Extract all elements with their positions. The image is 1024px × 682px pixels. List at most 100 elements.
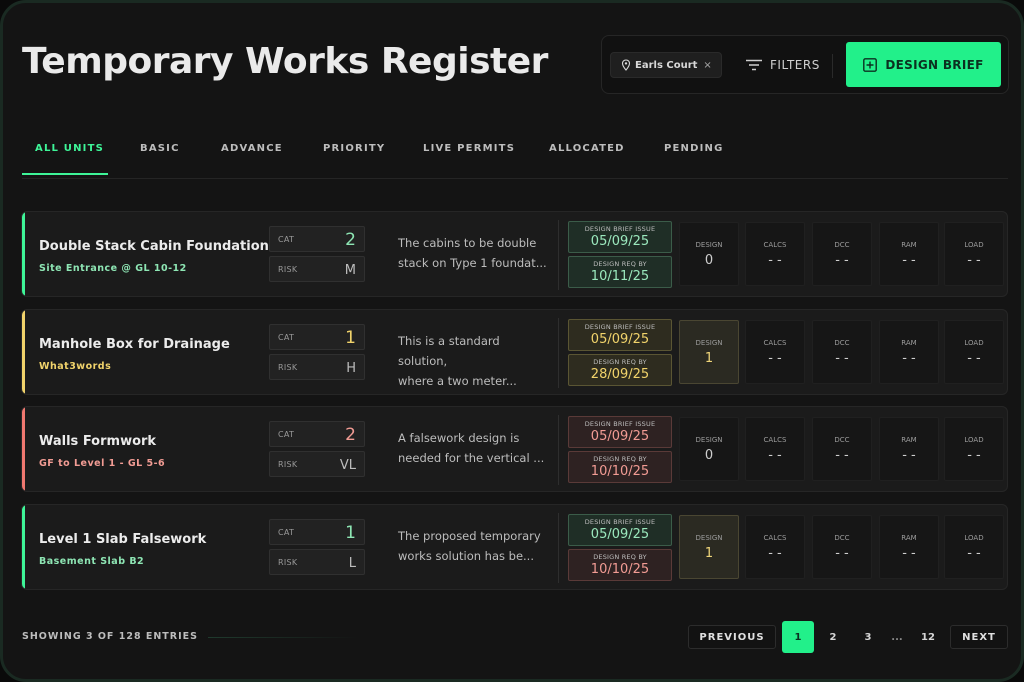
stat-label: DESIGN (695, 241, 723, 249)
description-line: needed for the vertical ... (398, 451, 545, 465)
design-stat[interactable]: DESIGN 0 (679, 417, 739, 481)
tab-all-units[interactable]: ALL UNITS (35, 143, 104, 154)
register-row[interactable]: Double Stack Cabin Foundation Site Entra… (21, 211, 1008, 297)
filters-button[interactable]: FILTERS (746, 53, 820, 77)
tab-live-permits[interactable]: LIVE PERMITS (423, 143, 515, 154)
risk-value: H (346, 361, 356, 376)
page-3-button[interactable]: 3 (853, 625, 883, 649)
active-tab-indicator (22, 173, 108, 175)
stat-value: - - (967, 253, 981, 268)
date-label: DESIGN BRIEF ISSUE (584, 420, 656, 428)
stat-label: DESIGN (695, 534, 723, 542)
page-12-button[interactable]: 12 (913, 625, 943, 649)
risk-value: M (344, 263, 356, 278)
tab-priority[interactable]: PRIORITY (323, 143, 385, 154)
stat-label: RAM (901, 436, 917, 444)
stat-label: LOAD (964, 241, 984, 249)
toolbar: Earls Court × FILTERS DESIGN BRIEF (601, 35, 1009, 94)
date-label: DESIGN BRIEF ISSUE (584, 518, 656, 526)
design-brief-button[interactable]: DESIGN BRIEF (846, 42, 1001, 87)
stat-value: - - (835, 351, 849, 366)
close-icon[interactable]: × (703, 60, 711, 71)
tab-basic[interactable]: BASIC (140, 143, 180, 154)
stat-label: DCC (834, 436, 850, 444)
stat-label: DESIGN (695, 436, 723, 444)
calcs-stat[interactable]: CALCS - - (745, 515, 805, 579)
register-row[interactable]: Level 1 Slab Falsework Basement Slab B2 … (21, 504, 1008, 590)
ram-stat[interactable]: RAM - - (879, 515, 939, 579)
description-line: works solution has be... (398, 549, 534, 563)
dcc-stat[interactable]: DCC - - (812, 515, 872, 579)
risk-field: RISK M (269, 256, 365, 282)
row-title: Walls Formwork (39, 434, 157, 449)
description-line: A falsework design is (398, 431, 520, 445)
stat-label: DCC (834, 534, 850, 542)
status-accent-bar (22, 212, 25, 296)
tab-pending[interactable]: PENDING (664, 143, 724, 154)
status-accent-bar (22, 505, 25, 589)
stat-value: 1 (704, 546, 714, 561)
calcs-stat[interactable]: CALCS - - (745, 320, 805, 384)
stat-value: 0 (704, 253, 714, 268)
location-filter-chip[interactable]: Earls Court × (610, 52, 722, 78)
stat-value: 1 (704, 351, 714, 366)
filters-label: FILTERS (770, 58, 820, 72)
row-divider (558, 513, 559, 583)
ram-stat[interactable]: RAM - - (879, 222, 939, 286)
date-label: DESIGN REQ BY (593, 358, 647, 366)
stat-label: DCC (834, 339, 850, 347)
date-label: DESIGN REQ BY (593, 260, 647, 268)
ram-stat[interactable]: RAM - - (879, 320, 939, 384)
cat-label: CAT (278, 235, 295, 244)
status-accent-bar (22, 310, 25, 394)
row-description: This is a standard solution, where a two… (398, 331, 552, 391)
cat-label: CAT (278, 528, 295, 537)
page-1-button[interactable]: 1 (782, 621, 814, 653)
design-stat[interactable]: DESIGN 1 (679, 515, 739, 579)
design-stat[interactable]: DESIGN 1 (679, 320, 739, 384)
stat-value: - - (835, 546, 849, 561)
stat-value: - - (902, 253, 916, 268)
description-line: stack on Type 1 foundat... (398, 256, 547, 270)
dcc-stat[interactable]: DCC - - (812, 417, 872, 481)
calcs-stat[interactable]: CALCS - - (745, 417, 805, 481)
tab-bar: ALL UNITS BASIC ADVANCE PRIORITY LIVE PE… (22, 131, 1008, 179)
row-description: The cabins to be double stack on Type 1 … (398, 233, 552, 273)
register-row[interactable]: Walls Formwork GF to Level 1 - GL 5-6 CA… (21, 406, 1008, 492)
design-brief-issue-box: DESIGN BRIEF ISSUE 05/09/25 (568, 416, 672, 448)
stat-value: - - (902, 351, 916, 366)
load-stat[interactable]: LOAD - - (944, 417, 1004, 481)
date-value: 10/11/25 (590, 269, 650, 284)
load-stat[interactable]: LOAD - - (944, 320, 1004, 384)
page-2-button[interactable]: 2 (818, 625, 848, 649)
stat-label: LOAD (964, 339, 984, 347)
previous-button[interactable]: PREVIOUS (688, 625, 776, 649)
dcc-stat[interactable]: DCC - - (812, 320, 872, 384)
stat-label: CALCS (763, 436, 787, 444)
tab-advance[interactable]: ADVANCE (221, 143, 283, 154)
stat-label: RAM (901, 241, 917, 249)
stat-label: CALCS (763, 241, 787, 249)
dcc-stat[interactable]: DCC - - (812, 222, 872, 286)
date-label: DESIGN REQ BY (593, 553, 647, 561)
tab-allocated[interactable]: ALLOCATED (549, 143, 625, 154)
stat-value: - - (967, 351, 981, 366)
row-divider (558, 318, 559, 388)
row-description: The proposed temporary works solution ha… (398, 526, 552, 566)
register-row[interactable]: Manhole Box for Drainage What3words CAT … (21, 309, 1008, 395)
calcs-stat[interactable]: CALCS - - (745, 222, 805, 286)
load-stat[interactable]: LOAD - - (944, 515, 1004, 579)
next-button[interactable]: NEXT (950, 625, 1008, 649)
load-stat[interactable]: LOAD - - (944, 222, 1004, 286)
ram-stat[interactable]: RAM - - (879, 417, 939, 481)
row-divider (558, 220, 559, 290)
filter-icon (746, 59, 762, 71)
design-stat[interactable]: DESIGN 0 (679, 222, 739, 286)
cat-value: 2 (345, 425, 356, 445)
row-divider (558, 415, 559, 485)
row-location: Site Entrance @ GL 10-12 (39, 263, 187, 274)
design-req-by-box: DESIGN REQ BY 10/10/25 (568, 451, 672, 483)
risk-label: RISK (278, 363, 298, 372)
risk-label: RISK (278, 460, 298, 469)
design-brief-label: DESIGN BRIEF (885, 57, 984, 72)
